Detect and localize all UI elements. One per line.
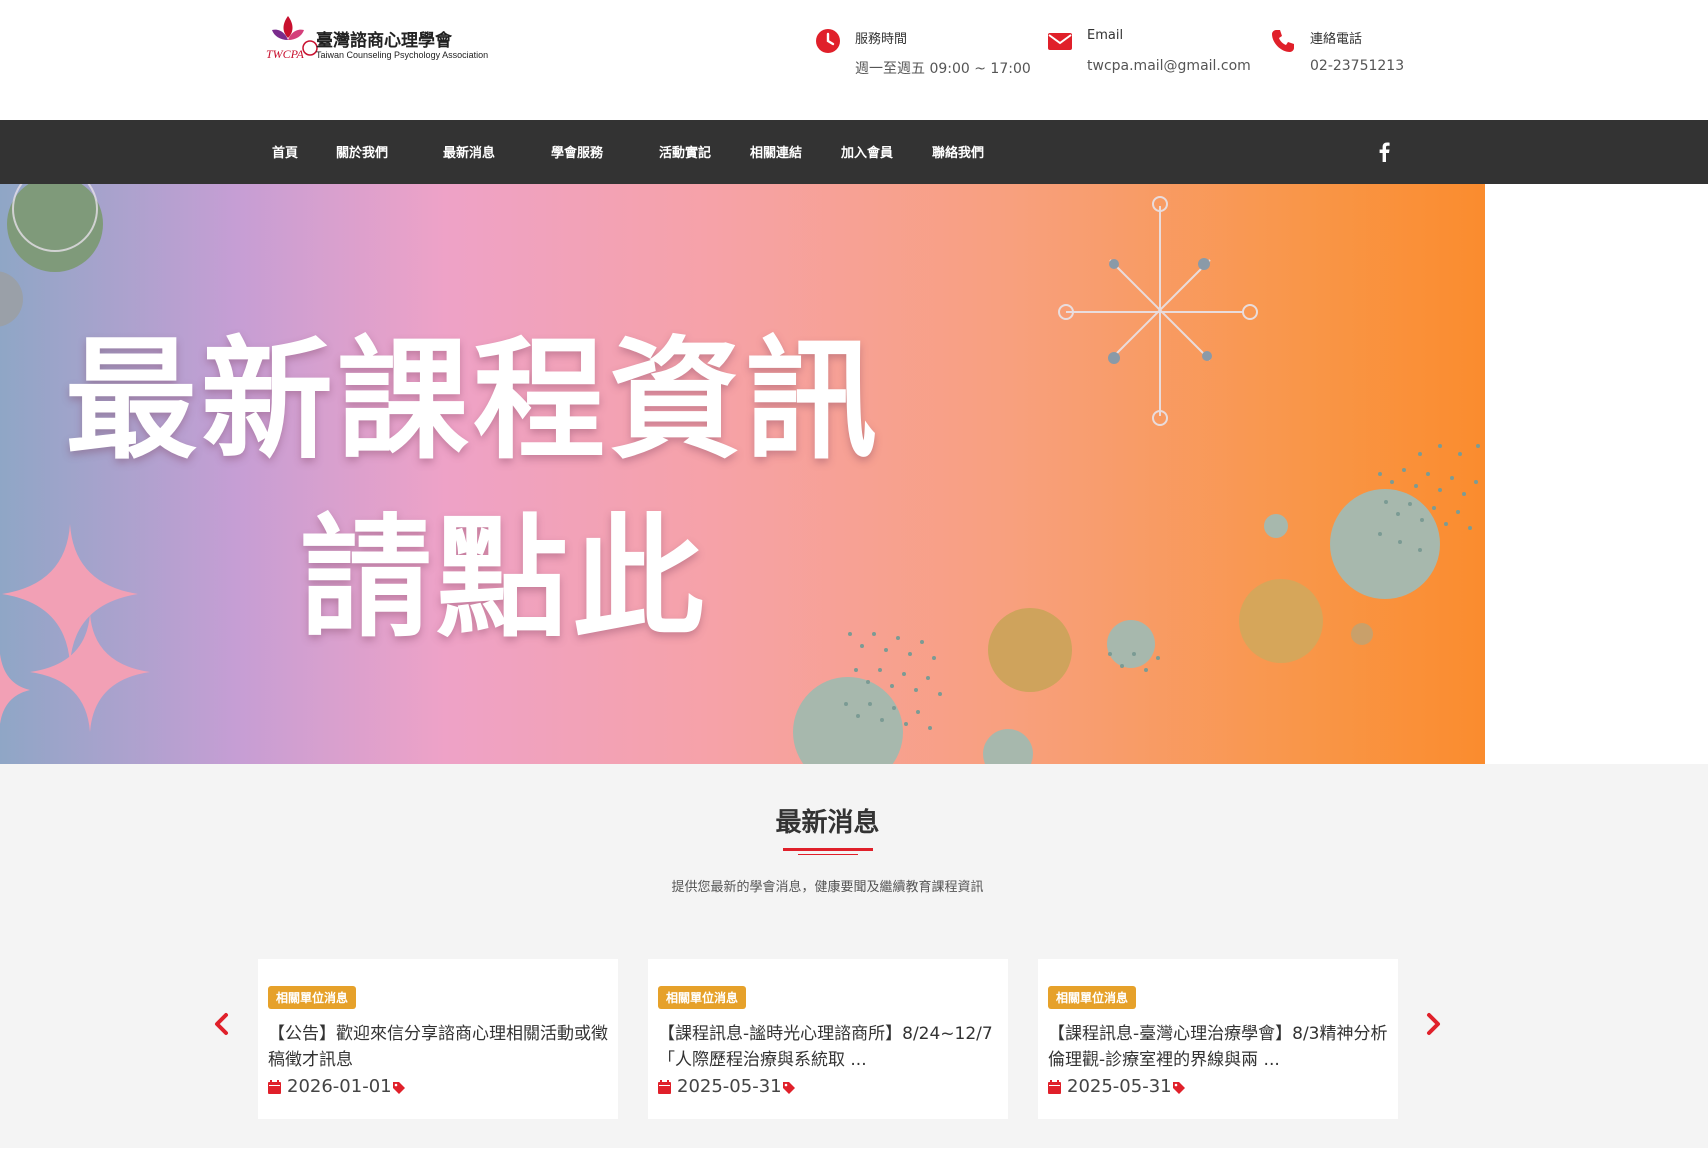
news-card-date-text: 2025-05-31	[1067, 1076, 1172, 1097]
nav-item-about[interactable]: 關於我們	[336, 142, 388, 161]
news-card-title[interactable]: 【課程訊息-臺灣心理治療學會】8/3精神分析倫理觀-診療室裡的界線與兩 ...	[1048, 1021, 1388, 1073]
nav-item-home[interactable]: 首頁	[272, 142, 298, 161]
nav-item-services[interactable]: 學會服務	[551, 142, 603, 161]
contact-email-label: Email	[1087, 28, 1124, 43]
contact-hours-value: 週一至週五 09:00 ~ 17:00	[855, 61, 1031, 77]
tag-icon[interactable]	[1172, 1081, 1186, 1095]
news-card-date-text: 2026-01-01	[287, 1076, 392, 1097]
news-card-date: 2025-05-31	[658, 1076, 782, 1097]
news-category-badge[interactable]: 相關單位消息	[268, 986, 357, 1009]
news-category-badge[interactable]: 相關單位消息	[658, 986, 747, 1009]
envelope-icon	[1048, 33, 1072, 50]
nav-item-activities[interactable]: 活動實記	[659, 142, 711, 161]
hero-banner[interactable]: 最新課程資訊 請點此	[0, 184, 1485, 764]
main-nav: 首頁 關於我們 最新消息 學會服務 活動實記 相關連結 加入會員 聯絡我們	[0, 120, 1708, 184]
banner-headline: 最新課程資訊	[65, 324, 881, 478]
tag-icon[interactable]	[782, 1081, 796, 1095]
news-card-date: 2025-05-31	[1048, 1076, 1172, 1097]
nav-item-contact[interactable]: 聯絡我們	[932, 142, 984, 161]
contact-phone-value[interactable]: 02-23751213	[1310, 58, 1404, 74]
tag-icon[interactable]	[392, 1081, 406, 1095]
logo-emblem: TWCPA	[266, 16, 318, 61]
nav-item-links[interactable]: 相關連結	[750, 142, 802, 161]
news-subtitle: 提供您最新的學會消息，健康要聞及繼續教育課程資訊	[671, 880, 984, 895]
phone-icon	[1272, 30, 1294, 52]
calendar-icon	[268, 1080, 281, 1094]
news-title: 最新消息	[775, 808, 880, 838]
logo-subtitle: Taiwan Counseling Psychology Association	[316, 50, 489, 60]
logo-title: 臺灣諮商心理學會	[316, 31, 452, 51]
contact-email-value[interactable]: twcpa.mail@gmail.com	[1087, 58, 1251, 74]
news-title-underline	[783, 848, 873, 851]
news-card-date-text: 2025-05-31	[677, 1076, 782, 1097]
news-card-title[interactable]: 【公告】歡迎來信分享諮商心理相關活動或徵稿徵才訊息	[268, 1021, 608, 1073]
banner-subheadline: 請點此	[300, 502, 708, 656]
news-title-underline-thin	[798, 854, 858, 855]
svg-text:TWCPA: TWCPA	[266, 47, 304, 61]
news-card-date: 2026-01-01	[268, 1076, 392, 1097]
contact-hours-label: 服務時間	[855, 32, 908, 47]
clock-icon	[816, 29, 840, 53]
carousel-next-arrow-icon[interactable]	[1425, 1012, 1443, 1036]
nav-item-join[interactable]: 加入會員	[841, 142, 893, 161]
carousel-prev-arrow-icon[interactable]	[212, 1012, 230, 1036]
news-section: 最新消息 提供您最新的學會消息，健康要聞及繼續教育課程資訊 相關單位消息 【公告…	[0, 764, 1708, 1148]
news-card[interactable]: 相關單位消息 【課程訊息-謐時光心理諮商所】8/24~12/7「人際歷程治療與系…	[648, 959, 1008, 1119]
calendar-icon	[1048, 1080, 1061, 1094]
facebook-icon[interactable]	[1378, 142, 1390, 162]
calendar-icon	[658, 1080, 671, 1094]
news-category-badge[interactable]: 相關單位消息	[1048, 986, 1137, 1009]
news-card[interactable]: 相關單位消息 【課程訊息-臺灣心理治療學會】8/3精神分析倫理觀-診療室裡的界線…	[1038, 959, 1398, 1119]
site-header: TWCPA 臺灣諮商心理學會 Taiwan Counseling Psychol…	[0, 0, 1708, 120]
news-card-title[interactable]: 【課程訊息-謐時光心理諮商所】8/24~12/7「人際歷程治療與系統取 ...	[658, 1021, 998, 1073]
nav-item-news[interactable]: 最新消息	[443, 142, 495, 161]
site-logo[interactable]: TWCPA 臺灣諮商心理學會 Taiwan Counseling Psychol…	[258, 10, 498, 70]
contact-phone-label: 連絡電話	[1310, 32, 1363, 47]
news-card[interactable]: 相關單位消息 【公告】歡迎來信分享諮商心理相關活動或徵稿徵才訊息 2026-01…	[258, 959, 618, 1119]
